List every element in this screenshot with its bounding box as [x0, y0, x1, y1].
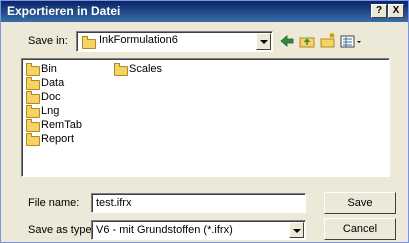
- title-bar[interactable]: Exportieren in Datei ? X: [1, 1, 408, 22]
- view-menu-icon[interactable]: [339, 32, 363, 50]
- save-as-type-dropdown-button[interactable]: [289, 222, 304, 238]
- chevron-down-icon: [260, 40, 268, 44]
- file-name-field[interactable]: test.ifrx: [91, 193, 306, 213]
- save-in-value: InkFormulation6: [99, 34, 178, 46]
- export-dialog: Exportieren in Datei ? X Save in: InkFor…: [0, 0, 409, 243]
- folder-icon: [26, 105, 40, 118]
- chevron-down-icon: [293, 229, 301, 233]
- file-name-label: File name:: [28, 197, 80, 209]
- folder-icon: [26, 133, 40, 146]
- help-button[interactable]: ?: [371, 4, 387, 18]
- folder-icon: [26, 91, 40, 104]
- folder-icon: [114, 63, 128, 76]
- save-as-type-value: V6 - mit Grundstoffen (*.ifrx): [96, 224, 233, 236]
- save-as-type-dropdown[interactable]: V6 - mit Grundstoffen (*.ifrx): [91, 220, 306, 240]
- dialog-title: Exportieren in Datei: [7, 4, 121, 18]
- close-button[interactable]: X: [388, 4, 404, 18]
- file-list[interactable]: Bin Data Doc Lng RemTab Report Scales: [21, 58, 390, 177]
- new-folder-icon[interactable]: [319, 32, 337, 50]
- folder-icon: [26, 77, 40, 90]
- save-in-label: Save in:: [28, 35, 68, 47]
- save-as-type-label: Save as type:: [28, 224, 95, 236]
- up-folder-icon[interactable]: [298, 32, 316, 50]
- save-in-dropdown[interactable]: InkFormulation6: [76, 31, 273, 52]
- file-name-value: test.ifrx: [96, 197, 132, 209]
- save-in-dropdown-button[interactable]: [256, 33, 271, 50]
- cancel-button[interactable]: Cancel: [324, 218, 396, 240]
- save-button[interactable]: Save: [324, 192, 396, 214]
- folder-icon: [82, 36, 96, 49]
- folder-icon: [26, 119, 40, 132]
- back-arrow-icon[interactable]: [278, 32, 296, 50]
- folder-icon: [26, 63, 40, 76]
